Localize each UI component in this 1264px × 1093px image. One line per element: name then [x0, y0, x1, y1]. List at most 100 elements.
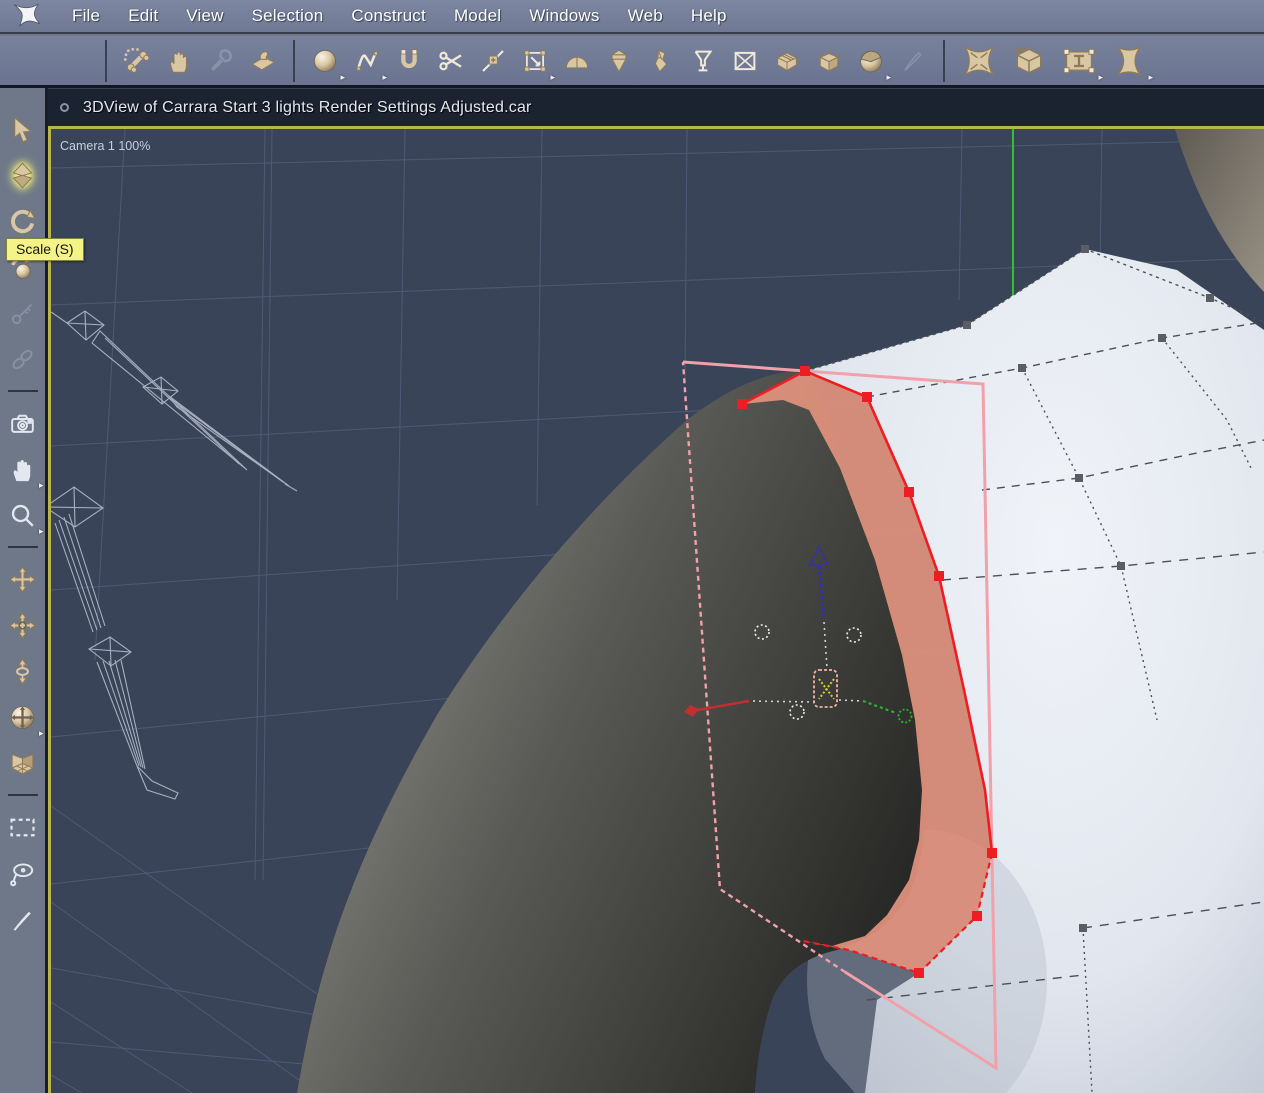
menu-item-file[interactable]: File	[58, 6, 114, 26]
flyout-arrow-icon: ▸	[886, 71, 891, 82]
smudge-tool[interactable]	[242, 38, 284, 84]
pan-hand-tool-icon	[169, 51, 187, 73]
menu-item-windows[interactable]: Windows	[515, 6, 613, 26]
pan-camera-tool-icon	[9, 611, 36, 639]
lathe-tool[interactable]	[598, 38, 640, 84]
dome-tool-icon	[565, 56, 589, 68]
paint-select-tool-icon	[13, 911, 31, 930]
menu-item-construct[interactable]: Construct	[337, 6, 440, 26]
walk-view-tool-icon	[11, 753, 34, 775]
fold-box-tool[interactable]	[808, 38, 850, 84]
toolbar-separator	[293, 39, 295, 82]
select-arrow-tool[interactable]	[1, 106, 45, 152]
menu-items: File Edit View Selection Construct Model Windo…	[58, 6, 741, 26]
scene-3d[interactable]: Camera 1 100%	[51, 129, 1264, 1093]
render-camera-tool[interactable]	[1, 400, 45, 446]
select-arrow-tool-icon	[14, 116, 33, 142]
pan-camera-tool[interactable]	[1, 602, 45, 648]
bone-tool[interactable]	[116, 38, 158, 84]
toolbar-separator	[105, 39, 107, 82]
menu-item-model[interactable]: Model	[440, 6, 515, 26]
trackball-tool[interactable]: ▸	[1, 694, 45, 740]
window-title: 3DView of Carrara Start 3 lights Render …	[83, 98, 532, 116]
spline-tool[interactable]: ▸	[346, 38, 388, 84]
bank-camera-tool-icon	[16, 657, 29, 685]
dolly-tool[interactable]	[1, 556, 45, 602]
transform-box-tool-icon	[524, 49, 546, 72]
wrench-tool-icon	[210, 48, 232, 71]
carrara-application-window: File Edit View Selection Construct Model Windo…	[0, 0, 1264, 1093]
zoom-view-tool[interactable]: ▸	[1, 492, 45, 538]
sphere-primitive-tool[interactable]: ▸	[304, 38, 346, 84]
camera-label: Camera 1 100%	[60, 139, 150, 153]
driver-tool[interactable]	[1, 290, 45, 336]
loaf-tool-icon	[777, 51, 797, 71]
lasso-select-tool[interactable]	[1, 850, 45, 896]
pan-view-tool-icon	[13, 459, 31, 481]
pan-hand-tool[interactable]	[158, 38, 200, 84]
menu-item-view[interactable]: View	[172, 6, 237, 26]
goblet-tool[interactable]	[682, 38, 724, 84]
extrude-tool[interactable]	[640, 38, 682, 84]
flyout-arrow-icon: ▸	[550, 71, 555, 82]
wrench-tool[interactable]	[200, 38, 242, 84]
pinch-deform-tool-icon	[1116, 45, 1142, 76]
menu-item-help[interactable]: Help	[677, 6, 741, 26]
scissors-tool-icon	[439, 51, 462, 70]
add-point-tool[interactable]	[472, 38, 514, 84]
flyout-arrow-icon: ▸	[1098, 71, 1103, 82]
top-toolbar: ▸ ▸ ▸ ▸ ▸ ▸	[0, 36, 1264, 88]
palette-separator	[7, 794, 38, 796]
pan-view-tool[interactable]: ▸	[1, 446, 45, 492]
menu-item-edit[interactable]: Edit	[114, 6, 172, 26]
lathe-tool-icon	[611, 49, 627, 73]
window-title-bar[interactable]: 3DView of Carrara Start 3 lights Render …	[48, 88, 1264, 126]
trackball-tool-icon	[11, 705, 34, 729]
marquee-select-tool[interactable]	[1, 804, 45, 850]
brush-tool-icon	[904, 51, 922, 71]
marquee-select-tool-icon	[10, 818, 35, 836]
sphere-primitive-tool-icon	[314, 49, 336, 72]
add-point-tool-icon	[482, 49, 504, 72]
scissors-tool[interactable]	[430, 38, 472, 84]
fit-box-tool-icon	[1063, 48, 1095, 73]
palette-separator	[7, 546, 38, 548]
transform-box-tool[interactable]: ▸	[514, 38, 556, 84]
delete-box-tool-icon	[734, 51, 756, 70]
goblet-tool-icon	[694, 50, 713, 71]
zoom-view-tool-icon	[11, 504, 34, 527]
paint-select-tool[interactable]	[1, 896, 45, 942]
carrara-logo-icon	[14, 3, 41, 27]
brush-tool[interactable]	[892, 38, 934, 84]
box-deform-tool[interactable]	[1004, 38, 1054, 84]
smudge-tool-icon	[251, 50, 276, 70]
bone-tool-icon	[123, 47, 150, 73]
walk-view-tool[interactable]	[1, 740, 45, 786]
sphere-cut-tool[interactable]: ▸	[850, 38, 892, 84]
flyout-arrow-icon: ▸	[1148, 71, 1153, 82]
fit-box-tool[interactable]: ▸	[1054, 38, 1104, 84]
menu-bar: File Edit View Selection Construct Model Windo…	[0, 0, 1264, 34]
window-menu-icon[interactable]	[60, 103, 69, 112]
menu-item-selection[interactable]: Selection	[238, 6, 338, 26]
loaf-tool[interactable]	[766, 38, 808, 84]
lasso-select-tool-icon	[10, 862, 34, 886]
pinch-deform-tool[interactable]: ▸	[1104, 38, 1154, 84]
move-tool[interactable]	[1, 152, 45, 198]
bank-camera-tool[interactable]	[1, 648, 45, 694]
magnet-tool[interactable]	[388, 38, 430, 84]
menu-item-web[interactable]: Web	[614, 6, 677, 26]
rotate-tool-icon	[11, 208, 36, 233]
move-tool-icon	[12, 161, 33, 189]
magnet-tool-icon	[400, 48, 418, 68]
dome-tool[interactable]	[556, 38, 598, 84]
sphere-cut-tool-icon	[860, 50, 882, 72]
fold-box-tool-icon	[816, 49, 842, 72]
toolbar-separator	[943, 39, 945, 82]
spline-tool-icon	[356, 50, 378, 71]
delete-box-tool[interactable]	[724, 38, 766, 84]
star-deform-tool[interactable]	[954, 38, 1004, 84]
viewport-3d[interactable]: Camera 1 100%	[48, 126, 1264, 1093]
link-tool[interactable]	[1, 336, 45, 382]
tooltip-scale: Scale (S)	[6, 238, 84, 261]
